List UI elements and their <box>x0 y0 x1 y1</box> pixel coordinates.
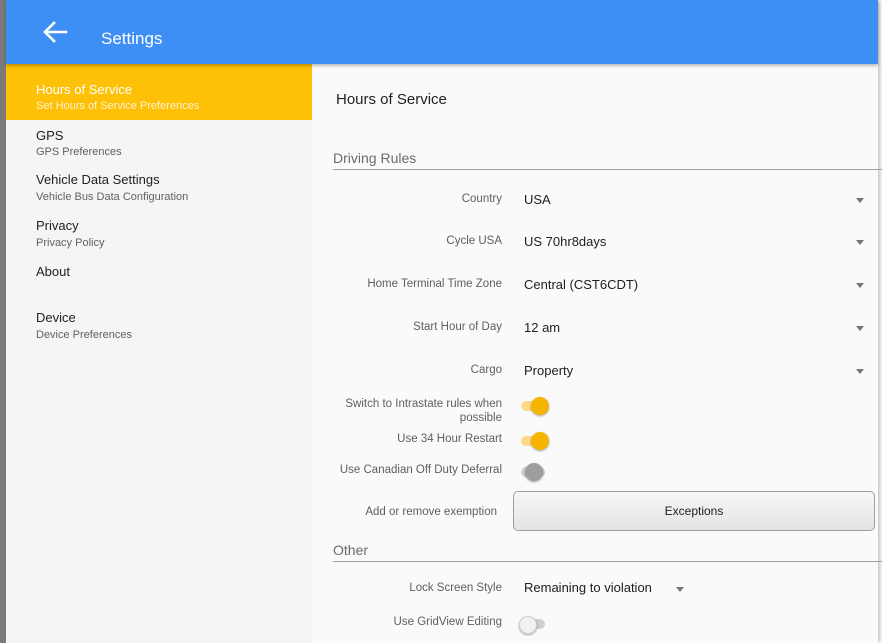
toggle-thumb <box>519 616 537 634</box>
dropdown-caret-icon <box>856 240 864 245</box>
section-heading-other: Other <box>333 542 882 562</box>
time-zone-label: Home Terminal Time Zone <box>367 278 502 290</box>
app-bar: Settings <box>6 0 878 64</box>
sidebar-item-subtitle: Privacy Policy <box>36 237 105 249</box>
sidebar-item-title: Vehicle Data Settings <box>36 172 160 187</box>
sidebar-item-title: Device <box>36 310 76 325</box>
toggle-thumb <box>525 463 543 481</box>
sidebar-item-hours-of-service[interactable]: Hours of Service Set Hours of Service Pr… <box>6 64 312 120</box>
sidebar-item-subtitle: Vehicle Bus Data Configuration <box>36 191 189 203</box>
cargo-label: Cargo <box>470 364 502 376</box>
gridview-label: Use GridView Editing <box>393 616 502 628</box>
canadian-deferral-toggle[interactable] <box>519 462 549 482</box>
exceptions-button[interactable]: Exceptions <box>513 491 875 531</box>
sidebar-item-subtitle: Device Preferences <box>36 329 132 341</box>
time-zone-dropdown[interactable]: Central (CST6CDT) <box>524 275 864 297</box>
settings-sidebar: Hours of Service Set Hours of Service Pr… <box>6 64 313 643</box>
sidebar-item-about[interactable]: About <box>6 256 312 302</box>
cycle-label: Cycle USA <box>446 235 502 247</box>
cargo-dropdown[interactable]: Property <box>524 361 864 383</box>
intrastate-label-line2: possible <box>459 412 502 424</box>
sidebar-item-device[interactable]: Device Device Preferences <box>6 302 312 348</box>
exemption-label: Add or remove exemption <box>365 506 497 518</box>
dropdown-caret-icon <box>856 198 864 203</box>
app-bar-title: Settings <box>101 29 163 48</box>
toggle-thumb <box>531 397 549 415</box>
sidebar-item-vehicle-data-settings[interactable]: Vehicle Data Settings Vehicle Bus Data C… <box>6 164 312 210</box>
toggle-thumb <box>531 432 549 450</box>
app-window: Settings Hours of Service Set Hours of S… <box>0 0 882 643</box>
cycle-value: US 70hr8days <box>524 234 607 249</box>
sidebar-item-subtitle: Set Hours of Service Preferences <box>36 100 200 112</box>
intrastate-toggle[interactable] <box>519 396 549 416</box>
lock-screen-label: Lock Screen Style <box>409 582 502 594</box>
dropdown-caret-icon[interactable] <box>676 587 684 592</box>
cycle-dropdown[interactable]: US 70hr8days <box>524 232 864 254</box>
gridview-toggle[interactable] <box>519 614 549 634</box>
dropdown-caret-icon <box>856 326 864 331</box>
start-hour-label: Start Hour of Day <box>413 321 502 333</box>
sidebar-item-subtitle: GPS Preferences <box>36 146 122 158</box>
dropdown-caret-icon <box>856 283 864 288</box>
country-label: Country <box>461 193 502 205</box>
sidebar-item-gps[interactable]: GPS GPS Preferences <box>6 120 312 164</box>
intrastate-label-line1: Switch to Intrastate rules when <box>345 398 502 410</box>
sidebar-item-title: Privacy <box>36 218 79 233</box>
page-title: Hours of Service <box>336 91 447 108</box>
lock-screen-value: Remaining to violation <box>524 580 652 595</box>
settings-detail-pane: Hours of Service Driving Rules Country U… <box>312 64 882 643</box>
section-heading-driving-rules: Driving Rules <box>333 150 882 170</box>
country-dropdown[interactable]: USA <box>524 190 864 212</box>
sidebar-item-title: GPS <box>36 128 64 143</box>
dropdown-caret-icon <box>856 369 864 374</box>
start-hour-value: 12 am <box>524 320 561 335</box>
back-arrow-icon[interactable] <box>42 20 68 44</box>
restart-34-label: Use 34 Hour Restart <box>397 433 502 445</box>
canadian-deferral-label: Use Canadian Off Duty Deferral <box>339 464 502 476</box>
intrastate-label: Switch to Intrastate rules when possible <box>312 397 502 425</box>
sidebar-item-title: About <box>36 264 70 279</box>
sidebar-item-privacy[interactable]: Privacy Privacy Policy <box>6 210 312 256</box>
sidebar-item-title: Hours of Service <box>36 82 133 97</box>
cargo-value: Property <box>524 363 574 378</box>
lock-screen-dropdown[interactable]: Remaining to violation <box>524 578 686 600</box>
country-value: USA <box>524 192 551 207</box>
restart-34-toggle[interactable] <box>519 431 549 451</box>
time-zone-value: Central (CST6CDT) <box>524 277 639 292</box>
start-hour-dropdown[interactable]: 12 am <box>524 318 864 340</box>
